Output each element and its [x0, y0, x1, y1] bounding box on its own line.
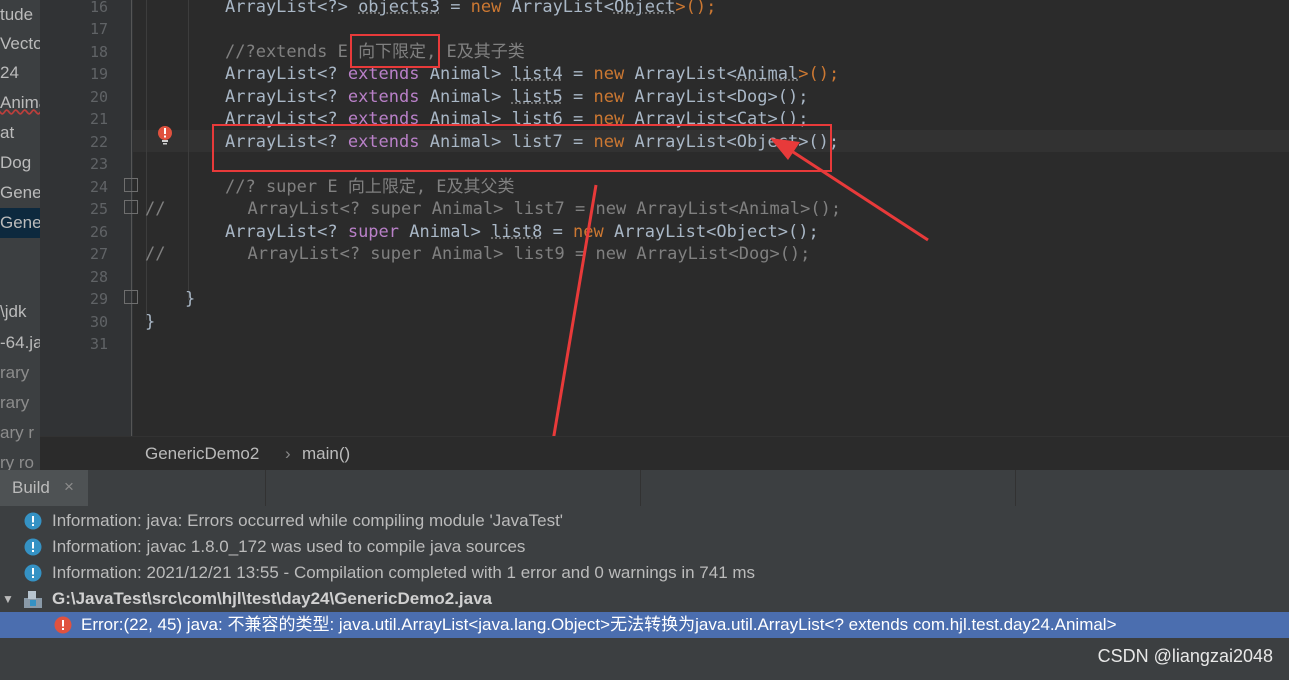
- code-line-20: ArrayList<? extends Animal> list5 = new …: [225, 87, 809, 107]
- line-number: 27: [89, 245, 108, 263]
- project-tree-item[interactable]: ary r: [0, 418, 34, 448]
- line-number: 16: [89, 0, 108, 16]
- info-icon: [24, 538, 42, 556]
- code-line-24: //? super E 向上限定, E及其父类: [225, 177, 515, 197]
- annotation-box-error-line: [212, 124, 832, 172]
- project-tree-item[interactable]: rary: [0, 358, 29, 388]
- build-message-row[interactable]: Information: javac 1.8.0_172 was used to…: [0, 534, 1289, 560]
- breadcrumb: GenericDemo2 › main(): [40, 436, 1289, 471]
- error-lightbulb-icon[interactable]: [157, 125, 173, 145]
- line-number: 26: [89, 223, 108, 241]
- fold-marker-icon[interactable]: [124, 290, 138, 304]
- build-output: Information: java: Errors occurred while…: [0, 506, 1289, 680]
- build-file-path: G:\JavaTest\src\com\hjl\test\day24\Gener…: [52, 589, 493, 608]
- project-tree-item[interactable]: -64.ja: [0, 328, 40, 358]
- code-line-30: }: [145, 312, 156, 332]
- divider: [640, 470, 641, 506]
- info-icon: [24, 512, 42, 530]
- divider: [265, 470, 266, 506]
- line-number: 25: [89, 200, 108, 218]
- line-number: 31: [89, 335, 108, 353]
- project-tree-item[interactable]: at: [0, 118, 14, 148]
- build-message-row[interactable]: Information: java: Errors occurred while…: [0, 508, 1289, 534]
- project-tree-item[interactable]: Dog: [0, 148, 31, 178]
- build-file-node[interactable]: ▼ G:\JavaTest\src\com\hjl\test\day24\Gen…: [0, 586, 1289, 612]
- line-number: 19: [89, 65, 108, 83]
- line-number: 21: [89, 110, 108, 128]
- build-tool-header: Build ×: [0, 470, 1289, 507]
- project-tree-item[interactable]: rary: [0, 388, 29, 418]
- line-number: 29: [89, 290, 108, 308]
- code-line-27: //ArrayList<? super Animal> list9 = new …: [145, 244, 811, 264]
- project-tree-item[interactable]: ry ro: [0, 448, 34, 470]
- info-icon: [24, 564, 42, 582]
- project-tree-item[interactable]: tude: [0, 0, 33, 30]
- code-line-16: ArrayList<?> objects3 = new ArrayList<Ob…: [225, 0, 717, 17]
- tab-build-label: Build: [12, 478, 50, 497]
- fold-marker-icon[interactable]: [124, 178, 138, 192]
- build-error-text: Error:(22, 45) java: 不兼容的类型: java.util.A…: [81, 615, 1117, 634]
- project-tree-item[interactable]: Anima: [0, 88, 40, 118]
- code-line-19: ArrayList<? extends Animal> list4 = new …: [225, 64, 840, 84]
- line-number: 30: [89, 313, 108, 331]
- line-number: 23: [89, 155, 108, 173]
- project-tree-item[interactable]: Vecto: [0, 29, 40, 59]
- indent-guide: [146, 0, 147, 320]
- expand-triangle-icon[interactable]: ▼: [2, 586, 14, 612]
- build-message-text: Information: 2021/12/21 13:55 - Compilat…: [52, 563, 756, 582]
- line-number: 20: [89, 88, 108, 106]
- line-number: 28: [89, 268, 108, 286]
- code-editor[interactable]: ArrayList<?> objects3 = new ArrayList<Ob…: [133, 0, 1289, 436]
- code-line-29: }: [185, 289, 196, 309]
- gutter-divider: [131, 0, 132, 436]
- project-tree-item-selected[interactable]: Gener: [0, 208, 40, 238]
- breadcrumb-file[interactable]: GenericDemo2: [145, 444, 259, 464]
- fold-marker-icon[interactable]: [124, 200, 138, 214]
- build-error-row[interactable]: Error:(22, 45) java: 不兼容的类型: java.util.A…: [0, 612, 1289, 638]
- code-line-26: ArrayList<? super Animal> list8 = new Ar…: [225, 222, 819, 242]
- annotation-box-downward-bound: [350, 34, 440, 68]
- build-message-text: Information: java: Errors occurred while…: [52, 511, 564, 530]
- project-tree-panel: tude Vecto 24 Anima at Dog Gener Gener \…: [0, 0, 40, 470]
- watermark: CSDN @liangzai2048: [1097, 646, 1273, 666]
- line-number: 22: [89, 133, 108, 151]
- line-number: 17: [89, 20, 108, 38]
- project-tree-item[interactable]: \jdk: [0, 297, 26, 327]
- line-number: 24: [89, 178, 108, 196]
- breadcrumb-separator: ›: [285, 444, 291, 463]
- project-tree-item[interactable]: Gener: [0, 178, 40, 208]
- line-number: 18: [89, 43, 108, 61]
- error-icon: [54, 616, 72, 634]
- close-icon[interactable]: ×: [64, 477, 74, 497]
- editor-gutter[interactable]: 16 17 18 19 20 21 22 23 24 25 26 27 28 2…: [40, 0, 133, 436]
- project-tree-item[interactable]: 24: [0, 58, 19, 88]
- divider: [1015, 470, 1016, 506]
- tab-build[interactable]: Build ×: [0, 470, 88, 506]
- build-message-row[interactable]: Information: 2021/12/21 13:55 - Compilat…: [0, 560, 1289, 586]
- breadcrumb-method[interactable]: main(): [302, 444, 350, 464]
- build-message-text: Information: javac 1.8.0_172 was used to…: [52, 537, 526, 556]
- java-file-icon: [24, 591, 42, 608]
- code-line-25: //ArrayList<? super Animal> list7 = new …: [145, 199, 842, 219]
